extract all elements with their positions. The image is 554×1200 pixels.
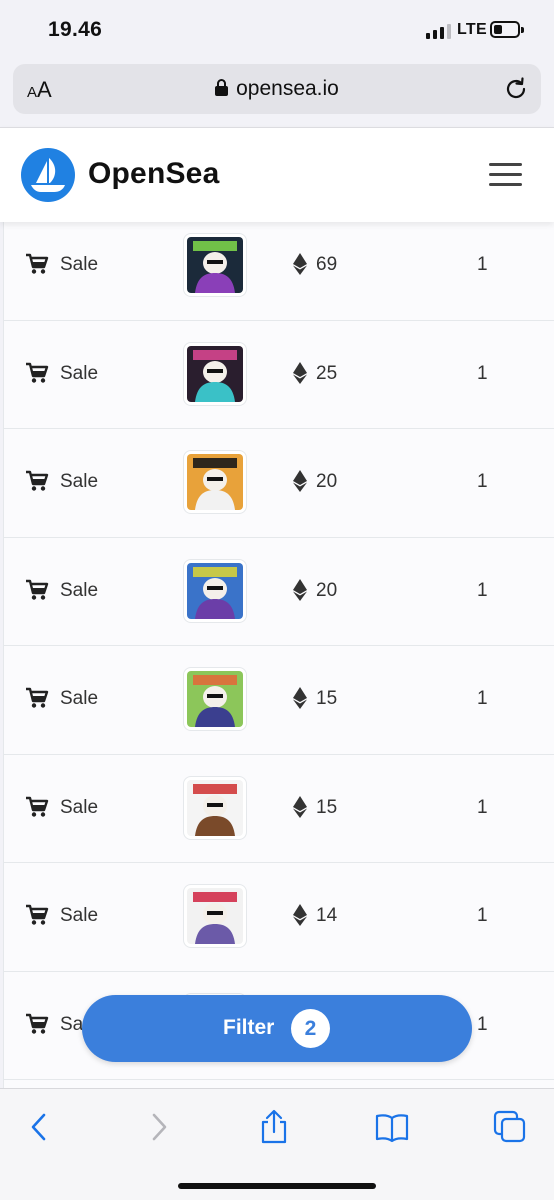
activity-row[interactable]: Sale 25 1 [4, 321, 554, 429]
nft-image [187, 345, 243, 402]
ethereum-icon [293, 687, 307, 709]
share-icon[interactable] [256, 1109, 292, 1145]
ethereum-icon [293, 470, 307, 492]
cart-icon [26, 579, 49, 600]
quantity-value: 1 [477, 471, 488, 492]
event-type: Sale [60, 688, 99, 709]
tabs-icon[interactable] [492, 1109, 528, 1145]
opensea-logo-icon[interactable] [21, 148, 75, 202]
cart-icon [26, 904, 49, 925]
nft-thumbnail[interactable] [183, 667, 247, 731]
menu-icon[interactable] [489, 163, 522, 187]
site-header: OpenSea [0, 127, 554, 222]
cart-icon [26, 687, 49, 708]
event-type: Sale [60, 254, 99, 275]
filter-count-badge: 2 [291, 1009, 330, 1048]
quantity-value: 1 [477, 362, 488, 384]
lock-icon [215, 79, 229, 96]
event-type: Sale [60, 579, 99, 601]
filter-button[interactable]: Filter 2 [82, 995, 472, 1062]
cart-icon [26, 470, 49, 491]
status-bar: 19.46 LTE [0, 0, 554, 58]
nft-image [187, 454, 243, 510]
event-type: Sale [60, 471, 99, 492]
price-value: 15 [316, 688, 338, 709]
nft-thumbnail[interactable] [183, 775, 247, 840]
price-value: 25 [316, 362, 338, 384]
nft-thumbnail[interactable] [183, 558, 247, 623]
back-icon[interactable] [22, 1109, 58, 1145]
activity-row[interactable]: Sale 20 1 [4, 429, 554, 538]
event-type: Sale [60, 362, 99, 384]
cart-icon [26, 253, 49, 274]
battery-icon [490, 21, 524, 38]
activity-row[interactable]: Sale 14 1 [4, 863, 554, 972]
price-value: 20 [316, 471, 338, 492]
reload-icon[interactable] [503, 76, 529, 102]
network-type: LTE [457, 21, 487, 38]
activity-row[interactable]: Sale 15 1 [4, 755, 554, 863]
nft-image [187, 237, 243, 293]
event-type: Sa [60, 1013, 84, 1035]
ethereum-icon [293, 578, 307, 601]
quantity-value: 1 [477, 796, 488, 818]
nft-image [187, 779, 243, 836]
forward-icon[interactable] [140, 1109, 176, 1145]
activity-row[interactable]: Sale 15 1 [4, 646, 554, 755]
ethereum-icon [293, 253, 307, 275]
price-value: 20 [316, 579, 338, 601]
activity-list: Sale 69 1 Sale 25 1 Sale 20 1 Sale 20 1 … [3, 212, 554, 1088]
cart-icon [26, 1013, 49, 1034]
nft-image [187, 888, 243, 944]
home-indicator[interactable] [178, 1183, 376, 1189]
ethereum-icon [293, 904, 307, 926]
ethereum-icon [293, 361, 307, 384]
url-display[interactable]: opensea.io [13, 77, 541, 101]
quantity-value: 1 [477, 579, 488, 601]
price-value: 69 [316, 254, 338, 275]
nft-thumbnail[interactable] [183, 450, 247, 514]
quantity-value: 1 [477, 1013, 488, 1035]
quantity-value: 1 [477, 905, 488, 926]
url-text: opensea.io [236, 77, 339, 100]
brand-name[interactable]: OpenSea [88, 157, 219, 191]
price-value: 15 [316, 796, 338, 818]
activity-row[interactable]: Sale 69 1 [4, 212, 554, 321]
quantity-value: 1 [477, 688, 488, 709]
event-type: Sale [60, 905, 99, 926]
activity-row[interactable]: Sale 20 1 [4, 538, 554, 646]
signal-icon [426, 24, 451, 39]
nft-image [187, 562, 243, 619]
cart-icon [26, 796, 49, 817]
ethereum-icon [293, 795, 307, 818]
nft-thumbnail[interactable] [183, 884, 247, 948]
cart-icon [26, 362, 49, 383]
price-value: 14 [316, 905, 338, 926]
quantity-value: 1 [477, 254, 488, 275]
nft-thumbnail[interactable] [183, 233, 247, 297]
nft-thumbnail[interactable] [183, 341, 247, 406]
nft-image [187, 671, 243, 727]
status-time: 19.46 [48, 18, 103, 41]
event-type: Sale [60, 796, 99, 818]
address-bar[interactable]: AA opensea.io [13, 64, 541, 114]
bookmarks-icon[interactable] [374, 1109, 410, 1145]
filter-label: Filter [223, 1016, 275, 1039]
